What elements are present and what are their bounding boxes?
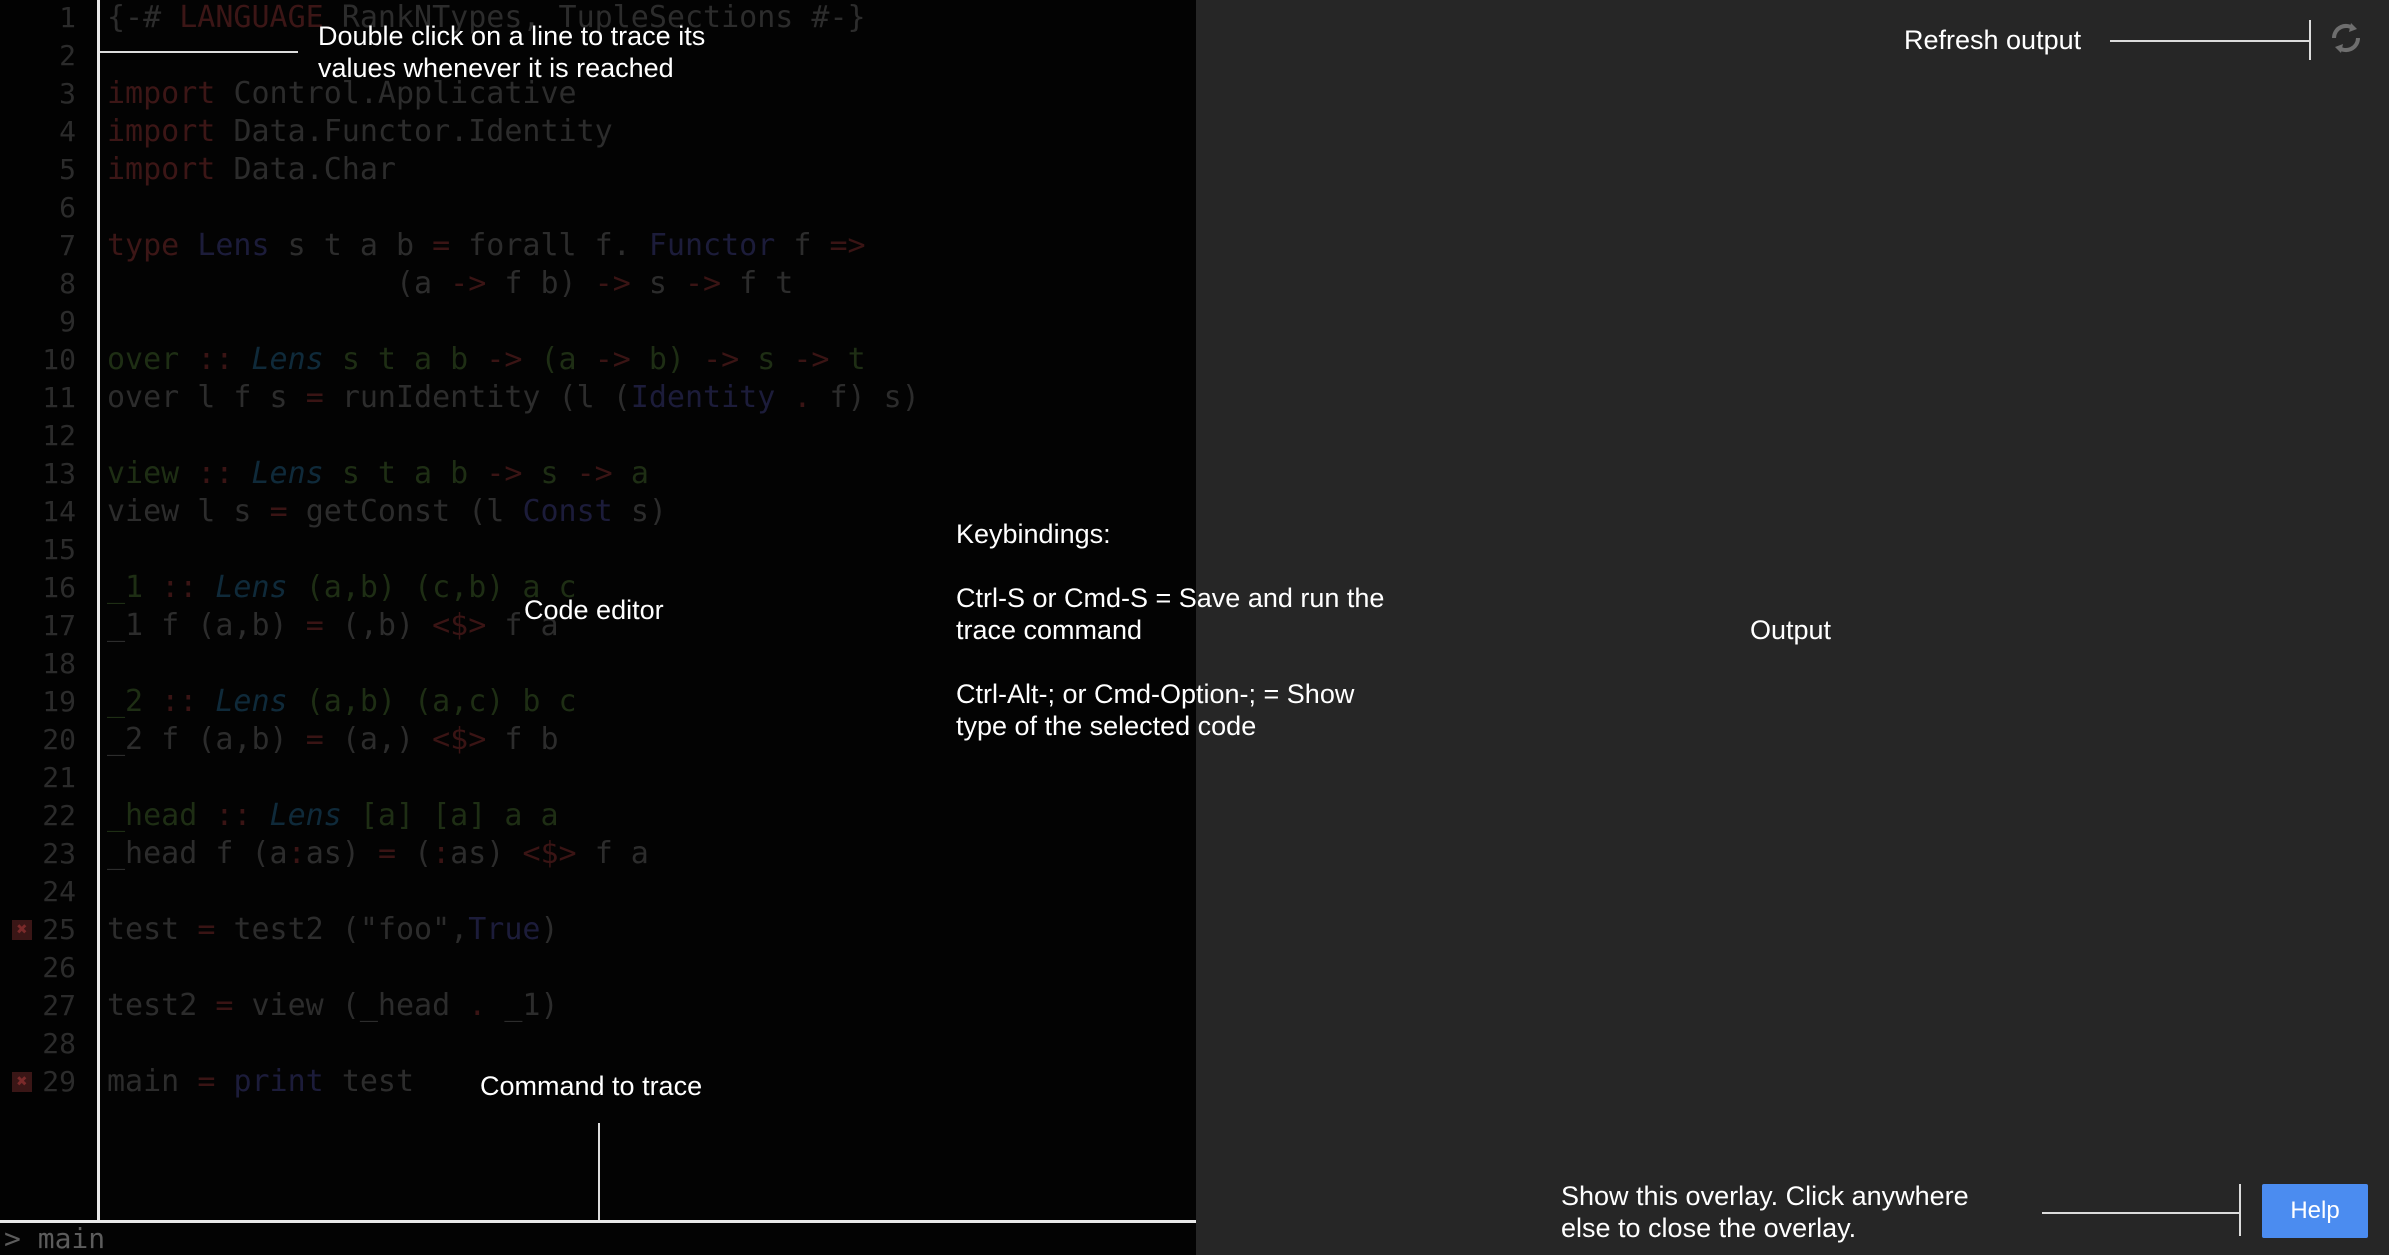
code-line[interactable]: _head :: Lens [a] [a] a a xyxy=(107,797,559,835)
line-number: 27 xyxy=(42,989,76,1022)
command-input[interactable] xyxy=(0,1223,1200,1255)
line-number: 23 xyxy=(42,837,76,870)
line-number: 10 xyxy=(42,343,76,376)
line-number: 3 xyxy=(59,77,76,110)
line-number: 24 xyxy=(42,875,76,908)
line-number: 13 xyxy=(42,457,76,490)
refresh-icon xyxy=(2331,23,2361,53)
keybinding-show-type: type of the selected code xyxy=(956,711,1257,741)
line-number: 16 xyxy=(42,571,76,604)
help-hint-line: else to close the overlay. xyxy=(1561,1213,1857,1243)
keybindings-panel: Keybindings: Ctrl-S or Cmd-S = Save and … xyxy=(956,518,1384,742)
keybinding-save: Ctrl-S or Cmd-S = Save and run the xyxy=(956,583,1385,613)
code-line[interactable]: import Data.Functor.Identity xyxy=(107,113,613,151)
trace-hint-line: Double click on a line to trace its xyxy=(318,21,706,51)
help-pointer-tick xyxy=(2239,1184,2241,1236)
command-label: Command to trace xyxy=(480,1071,703,1101)
line-number: 14 xyxy=(42,495,76,528)
line-number: 6 xyxy=(59,191,76,224)
code-line[interactable]: _1 :: Lens (a,b) (c,b) a c xyxy=(107,569,577,607)
refresh-pointer xyxy=(2110,40,2310,42)
line-number: 15 xyxy=(42,533,76,566)
line-number: 21 xyxy=(42,761,76,794)
error-marker-icon[interactable]: ✖ xyxy=(12,920,32,940)
line-number-gutter: 1 2 3 4 5 6 7 8 9 10 11 12 13 14 15 16 17 18 19 20 21 22 23 24 2… xyxy=(0,0,100,1220)
line-number: 12 xyxy=(42,419,76,452)
line-number: 4 xyxy=(59,115,76,148)
code-line[interactable]: view l s = getConst (l Const s) xyxy=(107,493,667,531)
code-line[interactable]: test2 = view (_head . _1) xyxy=(107,987,559,1025)
line-number: 17 xyxy=(42,609,76,642)
code-line[interactable]: import Data.Char xyxy=(107,151,396,189)
line-number: 2 xyxy=(59,39,76,72)
line-number: 19 xyxy=(42,685,76,718)
code-line[interactable]: type Lens s t a b = forall f. Functor f … xyxy=(107,227,866,265)
code-line[interactable]: main = print test xyxy=(107,1063,414,1101)
line-number: 5 xyxy=(59,153,76,186)
line-number: 18 xyxy=(42,647,76,680)
line-number: 22 xyxy=(42,799,76,832)
code-editor-label: Code editor xyxy=(524,595,664,625)
help-button[interactable]: Help xyxy=(2262,1184,2368,1238)
keybinding-save: trace command xyxy=(956,615,1143,645)
command-bar[interactable] xyxy=(0,1220,1200,1255)
keybindings-title: Keybindings: xyxy=(956,519,1111,549)
command-pointer xyxy=(598,1123,600,1220)
code-line[interactable]: (a -> f b) -> s -> f t xyxy=(107,265,793,303)
keybinding-show-type: Ctrl-Alt-; or Cmd-Option-; = Show xyxy=(956,679,1355,709)
line-number: 28 xyxy=(42,1027,76,1060)
code-line[interactable]: over l f s = runIdentity (l (Identity . … xyxy=(107,379,920,417)
code-line[interactable]: _1 f (a,b) = (,b) <$> f a xyxy=(107,607,559,645)
code-line[interactable]: _2 :: Lens (a,b) (a,c) b c xyxy=(107,683,577,721)
help-pointer xyxy=(2042,1212,2240,1214)
trace-hint-pointer xyxy=(100,51,298,53)
line-number: 1 xyxy=(59,1,76,34)
code-line[interactable]: _2 f (a,b) = (a,) <$> f b xyxy=(107,721,559,759)
trace-hint-line: values whenever it is reached xyxy=(318,53,674,83)
refresh-button[interactable] xyxy=(2324,16,2368,60)
trace-hint: Double click on a line to trace its valu… xyxy=(318,20,705,84)
line-number: 7 xyxy=(59,229,76,262)
code-line[interactable]: _head f (a:as) = (:as) <$> f a xyxy=(107,835,649,873)
code-line[interactable]: view :: Lens s t a b -> s -> a xyxy=(107,455,649,493)
output-label: Output xyxy=(1750,615,1832,645)
line-number: 20 xyxy=(42,723,76,756)
help-hint-line: Show this overlay. Click anywhere xyxy=(1561,1181,1969,1211)
code-line[interactable]: over :: Lens s t a b -> (a -> b) -> s ->… xyxy=(107,341,866,379)
help-hint: Show this overlay. Click anywhere else t… xyxy=(1561,1180,1969,1244)
line-number: 26 xyxy=(42,951,76,984)
line-number: 8 xyxy=(59,267,76,300)
error-marker-icon[interactable]: ✖ xyxy=(12,1072,32,1092)
refresh-pointer-tick xyxy=(2309,20,2311,60)
line-number: 11 xyxy=(42,381,76,414)
line-number: 9 xyxy=(59,305,76,338)
refresh-output-label: Refresh output xyxy=(1904,25,2082,55)
code-line[interactable]: test = test2 ("foo",True) xyxy=(107,911,559,949)
